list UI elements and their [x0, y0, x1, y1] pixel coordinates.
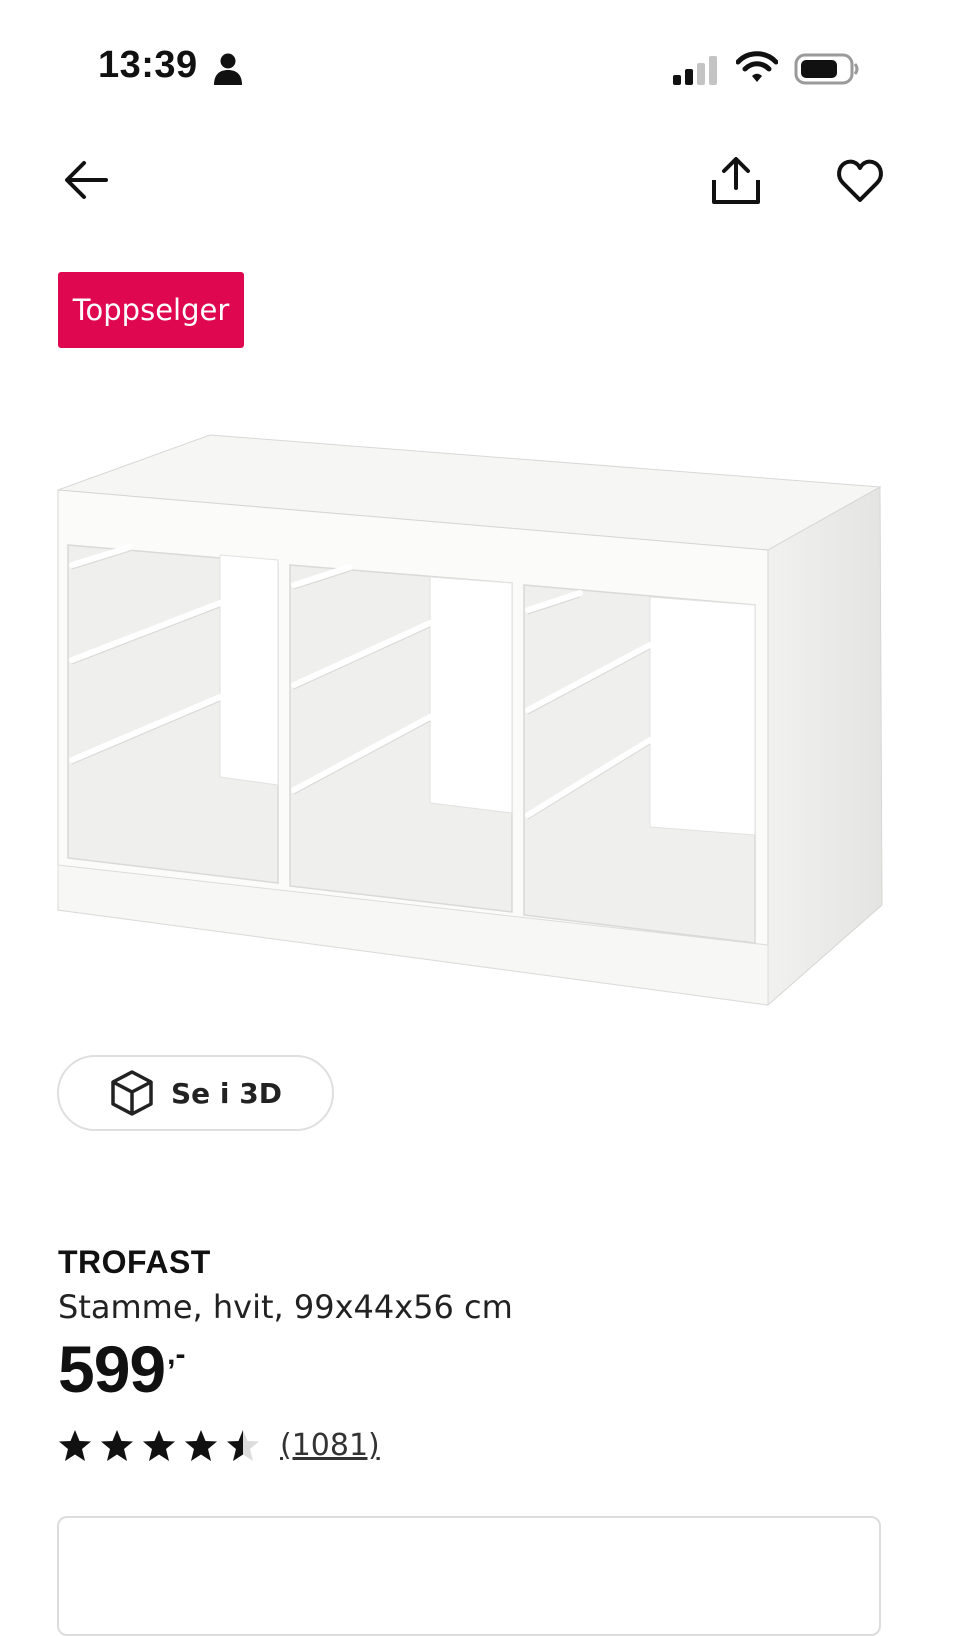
arrow-left-icon[interactable]	[62, 158, 110, 202]
info-card[interactable]	[57, 1516, 881, 1636]
cellular-signal-icon	[673, 56, 717, 85]
product-price: 599 ,-	[58, 1336, 185, 1402]
view-in-3d-button[interactable]: Se i 3D	[57, 1055, 334, 1131]
view-in-3d-label: Se i 3D	[171, 1076, 282, 1110]
product-rating[interactable]: (1081)	[58, 1428, 380, 1463]
heart-icon[interactable]	[836, 158, 884, 204]
star-full-icon	[143, 1429, 175, 1461]
rating-stars	[58, 1429, 260, 1463]
star-full-icon	[185, 1429, 217, 1461]
product-description: Stamme, hvit, 99x44x56 cm	[58, 1288, 513, 1326]
wifi-icon	[736, 51, 778, 82]
person-icon	[214, 53, 242, 85]
battery-icon	[794, 53, 859, 85]
price-amount: 599	[58, 1332, 166, 1406]
share-icon[interactable]	[708, 156, 764, 206]
top-seller-badge: Toppselger	[58, 272, 244, 348]
star-full-icon	[59, 1429, 91, 1461]
star-half-icon	[227, 1429, 259, 1461]
cube-3d-icon	[111, 1070, 153, 1116]
price-suffix: ,-	[167, 1338, 186, 1371]
status-time: 13:39	[98, 44, 198, 86]
review-count-link[interactable]: (1081)	[280, 1428, 380, 1463]
product-image[interactable]	[50, 425, 890, 1015]
star-full-icon	[101, 1429, 133, 1461]
product-name: TROFAST	[58, 1244, 211, 1280]
